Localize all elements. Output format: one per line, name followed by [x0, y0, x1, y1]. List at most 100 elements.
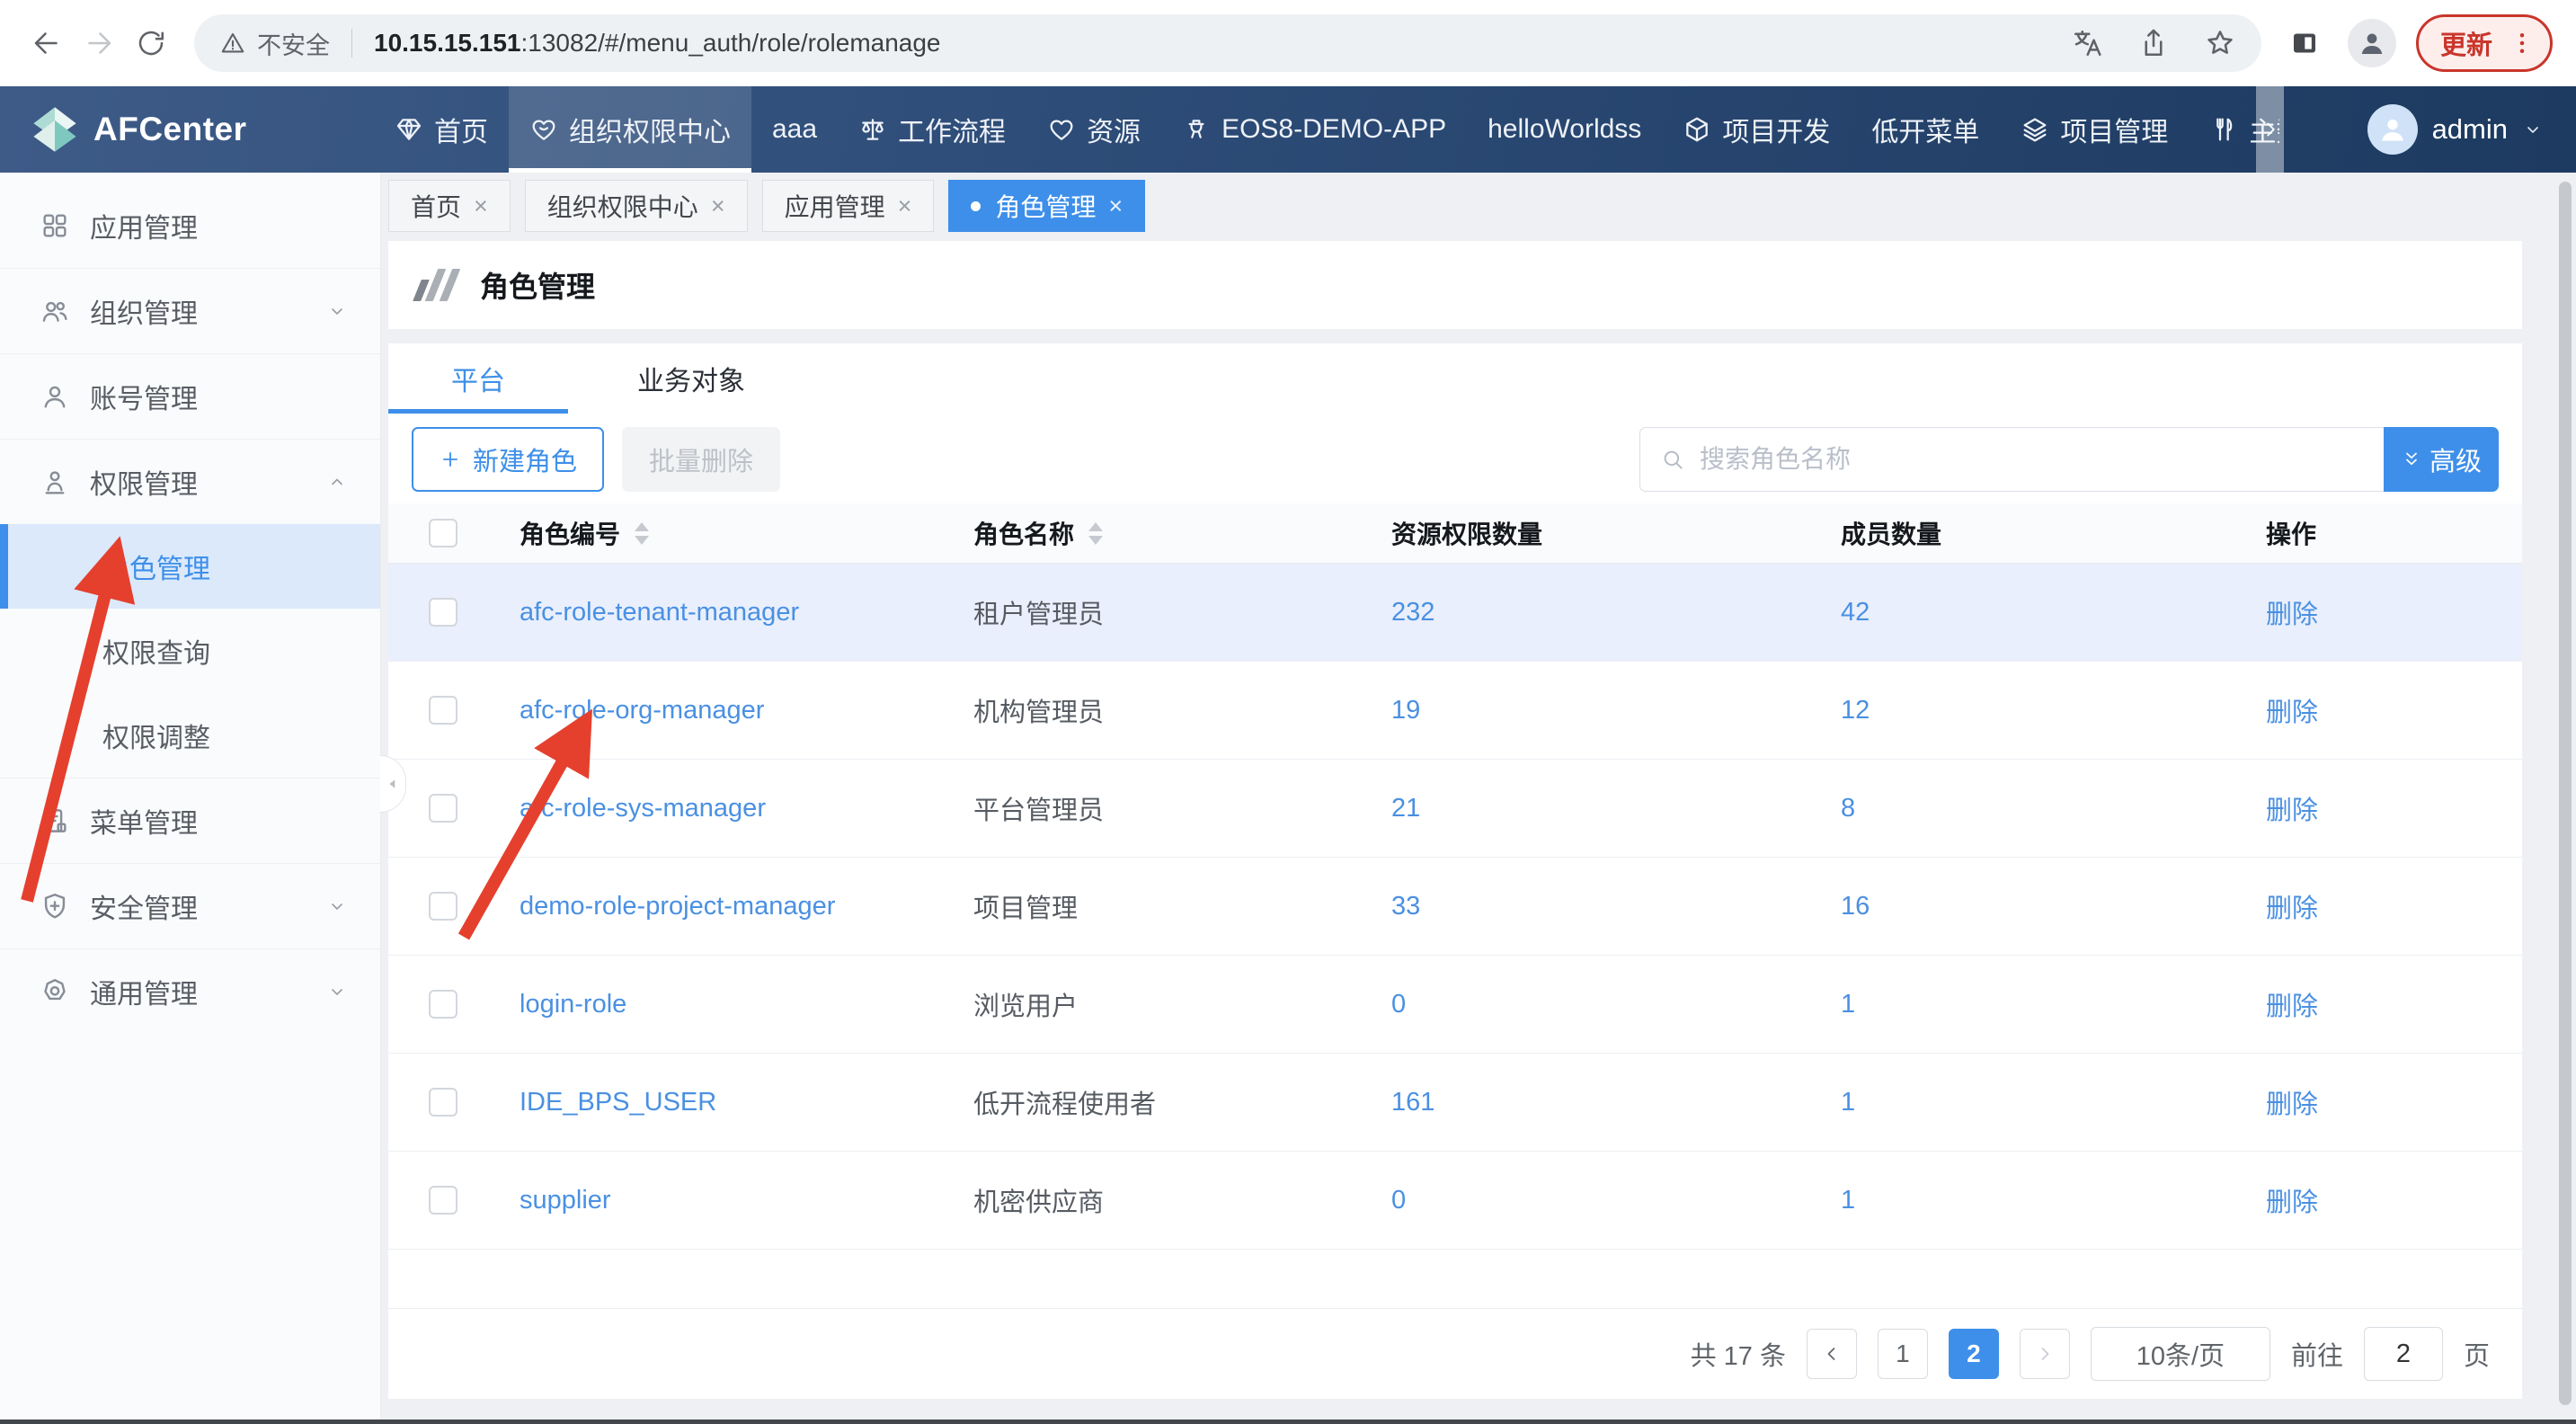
browser-reload-button[interactable]	[128, 20, 174, 67]
browser-update-menu[interactable]: 更新	[2416, 14, 2553, 72]
delete-link[interactable]: 删除	[2244, 593, 2522, 631]
member-count-link[interactable]: 1	[1819, 990, 2244, 1019]
next-page-button[interactable]	[2020, 1329, 2070, 1379]
nav-item-aaa[interactable]: aaa	[751, 86, 838, 173]
page-button-2[interactable]: 2	[1949, 1329, 1999, 1379]
member-count-link[interactable]: 12	[1819, 696, 2244, 725]
column-role-name[interactable]: 角色名称	[952, 515, 1370, 551]
nav-item-project-dev[interactable]: 项目开发	[1662, 86, 1851, 173]
table-toolbar: 新建角色 批量删除 高级	[388, 426, 2522, 493]
page-tab-org-auth-center[interactable]: 组织权限中心 ×	[525, 180, 748, 232]
sidebar-item-security-management[interactable]: 安全管理	[0, 864, 380, 948]
page-button-1[interactable]: 1	[1878, 1329, 1928, 1379]
row-checkbox[interactable]	[429, 696, 457, 725]
member-count-link[interactable]: 1	[1819, 1088, 2244, 1117]
browser-back-button[interactable]	[23, 20, 70, 67]
row-checkbox[interactable]	[429, 892, 457, 921]
close-icon[interactable]: ×	[474, 194, 488, 218]
nav-overflow-button[interactable]	[2256, 86, 2284, 173]
sort-icon[interactable]	[1088, 522, 1103, 545]
role-code-link[interactable]: afc-role-tenant-manager	[498, 598, 952, 627]
delete-link[interactable]: 删除	[2244, 1181, 2522, 1219]
role-code-link[interactable]: afc-role-org-manager	[498, 696, 952, 725]
nav-item-resources[interactable]: 资源	[1026, 86, 1161, 173]
page-tab-home[interactable]: 首页 ×	[388, 180, 511, 232]
row-checkbox[interactable]	[429, 990, 457, 1019]
delete-link[interactable]: 删除	[2244, 789, 2522, 827]
goto-page-input[interactable]	[2364, 1327, 2443, 1381]
row-checkbox[interactable]	[429, 1088, 457, 1117]
row-checkbox[interactable]	[429, 598, 457, 627]
new-role-button[interactable]: 新建角色	[412, 427, 604, 492]
resource-count-link[interactable]: 0	[1370, 990, 1819, 1019]
member-count-link[interactable]: 1	[1819, 1186, 2244, 1215]
delete-link[interactable]: 删除	[2244, 1083, 2522, 1121]
close-icon[interactable]: ×	[898, 194, 912, 218]
batch-delete-button[interactable]: 批量删除	[622, 427, 780, 492]
translate-icon[interactable]	[2071, 27, 2103, 59]
page-size-select[interactable]: 10条/页	[2091, 1327, 2270, 1381]
nav-item-workflow[interactable]: 工作流程	[838, 86, 1026, 173]
sidebar-item-general-management[interactable]: 通用管理	[0, 949, 380, 1034]
sort-icon[interactable]	[635, 522, 649, 545]
nav-item-helloworldss[interactable]: helloWorldss	[1467, 86, 1662, 173]
role-code-link[interactable]: demo-role-project-manager	[498, 892, 952, 921]
tab-platform[interactable]: 平台	[388, 343, 568, 414]
delete-link[interactable]: 删除	[2244, 985, 2522, 1023]
delete-link[interactable]: 删除	[2244, 887, 2522, 925]
resource-count-link[interactable]: 21	[1370, 794, 1819, 823]
row-checkbox[interactable]	[429, 1186, 457, 1215]
nav-item-lowcode-menu[interactable]: 低开菜单	[1851, 86, 2000, 173]
resource-count-link[interactable]: 0	[1370, 1186, 1819, 1215]
close-icon[interactable]: ×	[711, 194, 725, 218]
role-code-link[interactable]: afc-role-sys-manager	[498, 794, 952, 823]
page-tab-app-management[interactable]: 应用管理 ×	[762, 180, 935, 232]
sidebar-item-app-management[interactable]: 应用管理	[0, 183, 380, 268]
delete-link[interactable]: 删除	[2244, 691, 2522, 729]
select-all-checkbox[interactable]	[429, 519, 457, 547]
member-count-link[interactable]: 8	[1819, 794, 2244, 823]
sidebar-item-label: 应用管理	[90, 206, 198, 245]
browser-forward-button[interactable]	[76, 20, 122, 67]
share-icon[interactable]	[2137, 27, 2170, 59]
plus-icon	[439, 448, 462, 471]
nav-item-project-mgmt[interactable]: 项目管理	[2000, 86, 2189, 173]
member-count-link[interactable]: 16	[1819, 892, 2244, 921]
nav-item-eos8-demo-app[interactable]: EOS8-DEMO-APP	[1161, 86, 1467, 173]
sidebar-item-account-management[interactable]: 账号管理	[0, 354, 380, 439]
nav-item-org-auth-center[interactable]: 组织权限中心	[509, 86, 751, 173]
search-input[interactable]	[1698, 444, 2313, 475]
vertical-scrollbar[interactable]	[2559, 182, 2572, 1405]
sidebar-item-menu-management[interactable]: 菜单管理	[0, 779, 380, 863]
sidebar-item-org-management[interactable]: 组织管理	[0, 269, 380, 353]
user-menu[interactable]: admin	[2367, 86, 2544, 173]
member-count-link[interactable]: 42	[1819, 598, 2244, 627]
app-brand[interactable]: AFCenter	[31, 86, 247, 173]
resource-count-link[interactable]: 19	[1370, 696, 1819, 725]
advanced-search-button[interactable]: 高级	[2384, 427, 2499, 492]
column-role-code[interactable]: 角色编号	[498, 515, 952, 551]
page-tab-role-management[interactable]: 角色管理 ×	[948, 180, 1145, 232]
address-bar[interactable]: 不安全 10.15.15.151:13082/#/menu_auth/role/…	[194, 14, 2261, 72]
role-code-link[interactable]: supplier	[498, 1186, 952, 1215]
table-row: afc-role-sys-manager 平台管理员 21 8 删除	[388, 760, 2522, 858]
row-checkbox[interactable]	[429, 794, 457, 823]
sidebar-item-role-management[interactable]: 角色管理	[0, 524, 380, 609]
sidebar-item-permission-query[interactable]: 权限查询	[0, 609, 380, 693]
role-code-link[interactable]: IDE_BPS_USER	[498, 1088, 952, 1117]
browser-profile-avatar[interactable]	[2348, 19, 2396, 67]
resource-count-link[interactable]: 232	[1370, 598, 1819, 627]
column-actions: 操作	[2244, 515, 2522, 551]
bookmark-star-icon[interactable]	[2204, 27, 2236, 59]
sidebar-item-permission-management[interactable]: 权限管理	[0, 440, 380, 524]
role-code-link[interactable]: login-role	[498, 990, 952, 1019]
sidebar-item-permission-adjust[interactable]: 权限调整	[0, 693, 380, 778]
close-icon[interactable]: ×	[1108, 194, 1123, 218]
side-panel-button[interactable]	[2281, 20, 2328, 67]
nav-item-home[interactable]: 首页	[374, 86, 509, 173]
prev-page-button[interactable]	[1807, 1329, 1857, 1379]
resource-count-link[interactable]: 161	[1370, 1088, 1819, 1117]
role-name: 项目管理	[952, 887, 1370, 925]
tab-business-object[interactable]: 业务对象	[601, 343, 781, 414]
resource-count-link[interactable]: 33	[1370, 892, 1819, 921]
